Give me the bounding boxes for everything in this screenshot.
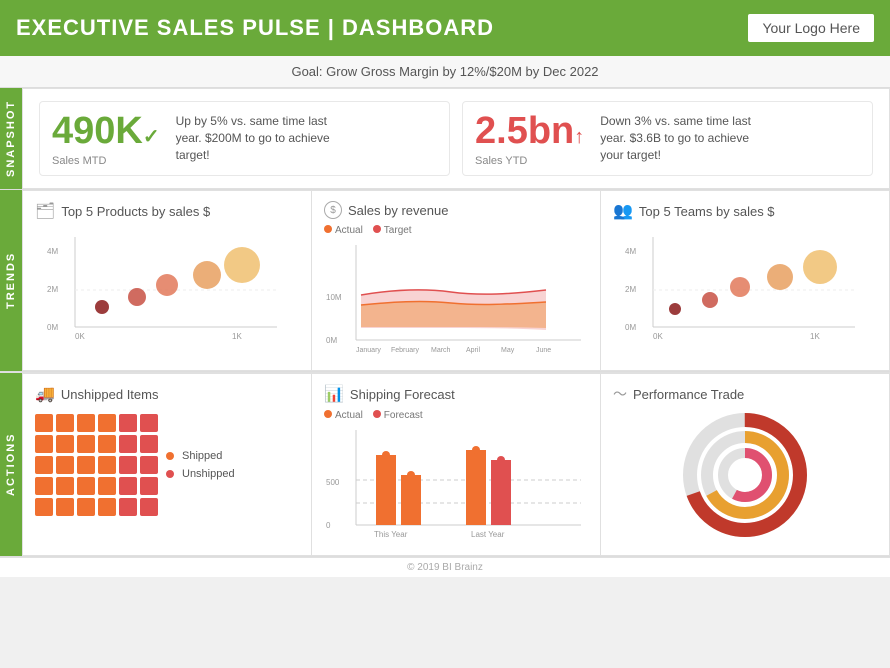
revenue-svg: 0M 10M January February March April May … (324, 240, 588, 360)
unshipped-panel: 🚚 Unshipped Items Shipped (22, 373, 312, 556)
unshipped-grid: Shipped Unshipped (35, 410, 299, 520)
forecast-icon: 📊 (324, 384, 344, 404)
page-title: EXECUTIVE SALES PULSE | DASHBOARD (16, 15, 494, 41)
logo: Your Logo Here (748, 14, 874, 42)
revenue-legend: Actual Target (324, 225, 588, 236)
sales-revenue-chart: 0M 10M January February March April May … (324, 240, 588, 360)
svg-text:Last Year: Last Year (471, 530, 505, 539)
svg-text:0M: 0M (326, 336, 337, 345)
donut-svg (675, 405, 815, 545)
svg-text:1K: 1K (810, 332, 820, 341)
trends-label: TRENDS (0, 190, 22, 371)
unshipped-squares (35, 414, 158, 516)
sales-ytd-desc: Down 3% vs. same time last year. $3.6B t… (600, 113, 760, 163)
svg-text:10M: 10M (326, 293, 342, 302)
revenue-icon: $ (324, 201, 342, 219)
svg-text:0M: 0M (47, 323, 58, 332)
top5-teams-panel: 👥 Top 5 Teams by sales $ 0M 2M 4M 0K 1K (600, 190, 890, 371)
svg-text:March: March (431, 347, 451, 354)
svg-text:2M: 2M (625, 285, 636, 294)
shipping-bar-chart: 0 500 This Year (324, 425, 588, 545)
actions-content: 🚚 Unshipped Items Shipped (22, 373, 890, 556)
teams-icon: 👥 (613, 201, 633, 221)
forecast-legend: Actual Forecast (324, 410, 588, 421)
snapshot-card-mtd: 490K✓ Sales MTD Up by 5% vs. same time l… (39, 101, 450, 176)
performance-trade-title: Performance Trade (633, 387, 744, 402)
svg-text:4M: 4M (625, 247, 636, 256)
truck-icon: 🚚 (35, 384, 55, 404)
performance-trade-panel: 〜 Performance Trade (600, 373, 890, 556)
teams-svg: 0M 2M 4M 0K 1K (613, 227, 877, 347)
snapshot-section: SNAPSHOT 490K✓ Sales MTD Up by 5% vs. sa… (0, 88, 890, 190)
snapshot-content: 490K✓ Sales MTD Up by 5% vs. same time l… (22, 88, 890, 189)
svg-text:June: June (536, 347, 551, 354)
svg-text:May: May (501, 347, 515, 354)
sales-revenue-panel: $ Sales by revenue Actual Target 0M 10M (312, 190, 600, 371)
top5-teams-chart: 0M 2M 4M 0K 1K (613, 227, 877, 347)
sales-mtd-value: 490K✓ (52, 110, 160, 153)
unshipped-header: 🚚 Unshipped Items (35, 384, 299, 404)
products-icon: 🗂 (35, 201, 55, 221)
top5-products-header: 🗂 Top 5 Products by sales $ (35, 201, 299, 221)
goal-bar: Goal: Grow Gross Margin by 12%/$20M by D… (0, 56, 890, 88)
svg-text:4M: 4M (47, 247, 58, 256)
top5-teams-header: 👥 Top 5 Teams by sales $ (613, 201, 877, 221)
top5-products-chart: 0M 2M 4M 0K 1K (35, 227, 299, 347)
unshipped-title: Unshipped Items (61, 387, 159, 402)
svg-text:0K: 0K (653, 332, 663, 341)
svg-text:This Year: This Year (374, 530, 408, 539)
sales-revenue-header: $ Sales by revenue (324, 201, 588, 219)
svg-text:April: April (466, 347, 480, 354)
svg-text:0: 0 (326, 521, 331, 530)
trends-section: TRENDS 🗂 Top 5 Products by sales $ 0M 2M… (0, 190, 890, 372)
sales-mtd-desc: Up by 5% vs. same time last year. $200M … (176, 113, 336, 163)
svg-text:500: 500 (326, 478, 340, 487)
products-svg: 0M 2M 4M 0K 1K (35, 227, 299, 347)
actions-section: ACTIONS 🚚 Unshipped Items (0, 372, 890, 557)
svg-text:1K: 1K (232, 332, 242, 341)
shipping-forecast-header: 📊 Shipping Forecast (324, 384, 588, 404)
sales-ytd-label: Sales YTD (475, 155, 584, 167)
snapshot-card-ytd: 2.5bn↑ Sales YTD Down 3% vs. same time l… (462, 101, 873, 176)
top5-products-title: Top 5 Products by sales $ (61, 204, 210, 219)
top5-products-panel: 🗂 Top 5 Products by sales $ 0M 2M 4M 0K … (22, 190, 312, 371)
sales-mtd-label: Sales MTD (52, 155, 160, 167)
footer: © 2019 BI Brainz (0, 557, 890, 577)
shipping-forecast-title: Shipping Forecast (350, 387, 455, 402)
svg-text:0M: 0M (625, 323, 636, 332)
sales-revenue-title: Sales by revenue (348, 203, 448, 218)
header: EXECUTIVE SALES PULSE | DASHBOARD Your L… (0, 0, 890, 56)
donut-chart (613, 410, 877, 540)
svg-text:February: February (391, 347, 420, 354)
sales-ytd-value: 2.5bn↑ (475, 110, 584, 153)
performance-icon: 〜 (613, 384, 627, 404)
actions-label: ACTIONS (0, 373, 22, 556)
trends-content: 🗂 Top 5 Products by sales $ 0M 2M 4M 0K … (22, 190, 890, 371)
shipping-forecast-panel: 📊 Shipping Forecast Actual Forecast 0 50… (312, 373, 600, 556)
svg-text:0K: 0K (75, 332, 85, 341)
svg-text:January: January (356, 347, 381, 354)
top5-teams-title: Top 5 Teams by sales $ (639, 204, 775, 219)
svg-text:2M: 2M (47, 285, 58, 294)
unshipped-legend: Shipped Unshipped (166, 414, 235, 516)
snapshot-label: SNAPSHOT (0, 88, 22, 189)
forecast-svg: 0 500 This Year (324, 425, 588, 545)
performance-trade-header: 〜 Performance Trade (613, 384, 877, 404)
